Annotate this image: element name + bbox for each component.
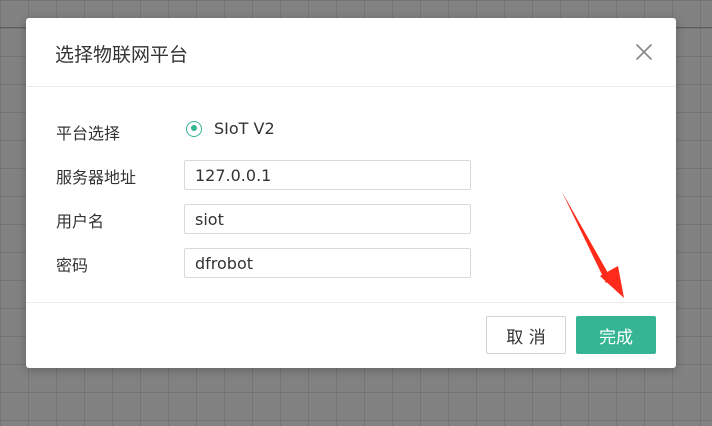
platform-select-dialog: 选择物联网平台 平台选择 SIoT V2 服务器地址 用户名 密码 取 消 完成 [26,18,676,368]
radio-selected-icon [186,120,202,137]
username-row: 用户名 [56,204,656,234]
password-input[interactable] [184,248,471,278]
server-row: 服务器地址 [56,160,656,190]
close-icon-glyph [636,44,652,60]
platform-radio-siot-v2[interactable]: SIoT V2 [186,119,275,138]
dialog-header: 选择物联网平台 [26,18,676,87]
dialog-title: 选择物联网平台 [55,44,189,66]
confirm-button[interactable]: 完成 [576,316,656,354]
password-row: 密码 [56,248,656,278]
username-input[interactable] [184,204,471,234]
username-label: 用户名 [56,212,105,231]
password-label: 密码 [56,256,89,275]
server-label: 服务器地址 [56,168,137,187]
dialog-footer: 取 消 完成 [26,302,676,369]
server-address-input[interactable] [184,160,471,190]
platform-option-label: SIoT V2 [214,119,275,138]
platform-label: 平台选择 [56,124,121,143]
cancel-button[interactable]: 取 消 [486,316,566,354]
platform-row: 平台选择 SIoT V2 [56,116,656,146]
close-icon[interactable] [634,42,654,62]
radio-dot [190,125,197,131]
